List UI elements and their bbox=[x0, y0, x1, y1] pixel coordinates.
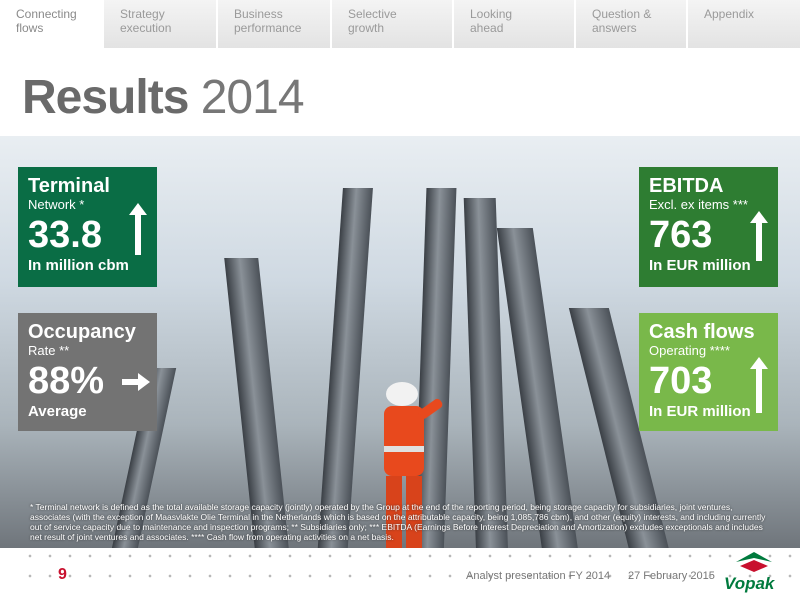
ebitda-unit: In EUR million bbox=[649, 257, 751, 274]
nav-tab-connecting-flows[interactable]: Connecting flows bbox=[0, 0, 104, 48]
presentation-date: 27 February 2015 bbox=[628, 570, 715, 582]
page-title: Results 2014 bbox=[22, 70, 305, 125]
occupancy-subheading: Rate ** bbox=[28, 343, 70, 358]
ebitda-heading: EBITDA bbox=[649, 175, 724, 197]
nav-tab-question-answers[interactable]: Question & answers bbox=[576, 0, 688, 48]
page-number: 9 bbox=[58, 566, 67, 583]
cash-flows-box: Cash flows Operating **** 703 In EUR mil… bbox=[639, 313, 778, 431]
occupancy-rate-box: Occupancy Rate ** 88% Average bbox=[18, 313, 157, 431]
cashflows-heading: Cash flows bbox=[649, 321, 755, 343]
page-title-bold: Results bbox=[22, 71, 189, 124]
vopak-logo: Vopak bbox=[720, 550, 796, 598]
arrow-up-icon bbox=[750, 211, 768, 261]
arrow-up-icon bbox=[129, 203, 147, 255]
vopak-logo-text: Vopak bbox=[724, 574, 775, 593]
cashflows-unit: In EUR million bbox=[649, 403, 751, 420]
occupancy-heading: Occupancy bbox=[28, 321, 136, 343]
nav-tab-strategy-execution[interactable]: Strategy execution bbox=[104, 0, 218, 48]
dotted-divider bbox=[20, 554, 800, 558]
arrow-up-icon bbox=[750, 357, 768, 413]
presentation-name: Analyst presentation FY 2014 bbox=[466, 570, 611, 582]
nav-tab-appendix[interactable]: Appendix bbox=[688, 0, 800, 48]
slide-footer: 9 Analyst presentation FY 2014 27 Februa… bbox=[0, 548, 800, 600]
arrow-right-icon bbox=[122, 373, 150, 391]
nav-tab-looking-ahead[interactable]: Looking ahead bbox=[454, 0, 576, 48]
terminal-value: 33.8 bbox=[28, 214, 102, 256]
occupancy-unit: Average bbox=[28, 403, 87, 420]
top-navigation: Connecting flows Strategy execution Busi… bbox=[0, 0, 800, 48]
page-title-year: 2014 bbox=[188, 71, 305, 124]
footnote-text: * Terminal network is defined as the tot… bbox=[30, 502, 766, 542]
vopak-emblem-icon bbox=[736, 552, 772, 572]
ebitda-box: EBITDA Excl. ex items *** 763 In EUR mil… bbox=[639, 167, 778, 287]
terminal-network-box: Terminal Network * 33.8 In million cbm bbox=[18, 167, 157, 287]
nav-tab-business-performance[interactable]: Business performance bbox=[218, 0, 332, 48]
terminal-unit: In million cbm bbox=[28, 257, 129, 274]
terminal-heading: Terminal bbox=[28, 175, 110, 197]
nav-tab-selective-growth[interactable]: Selective growth bbox=[332, 0, 454, 48]
